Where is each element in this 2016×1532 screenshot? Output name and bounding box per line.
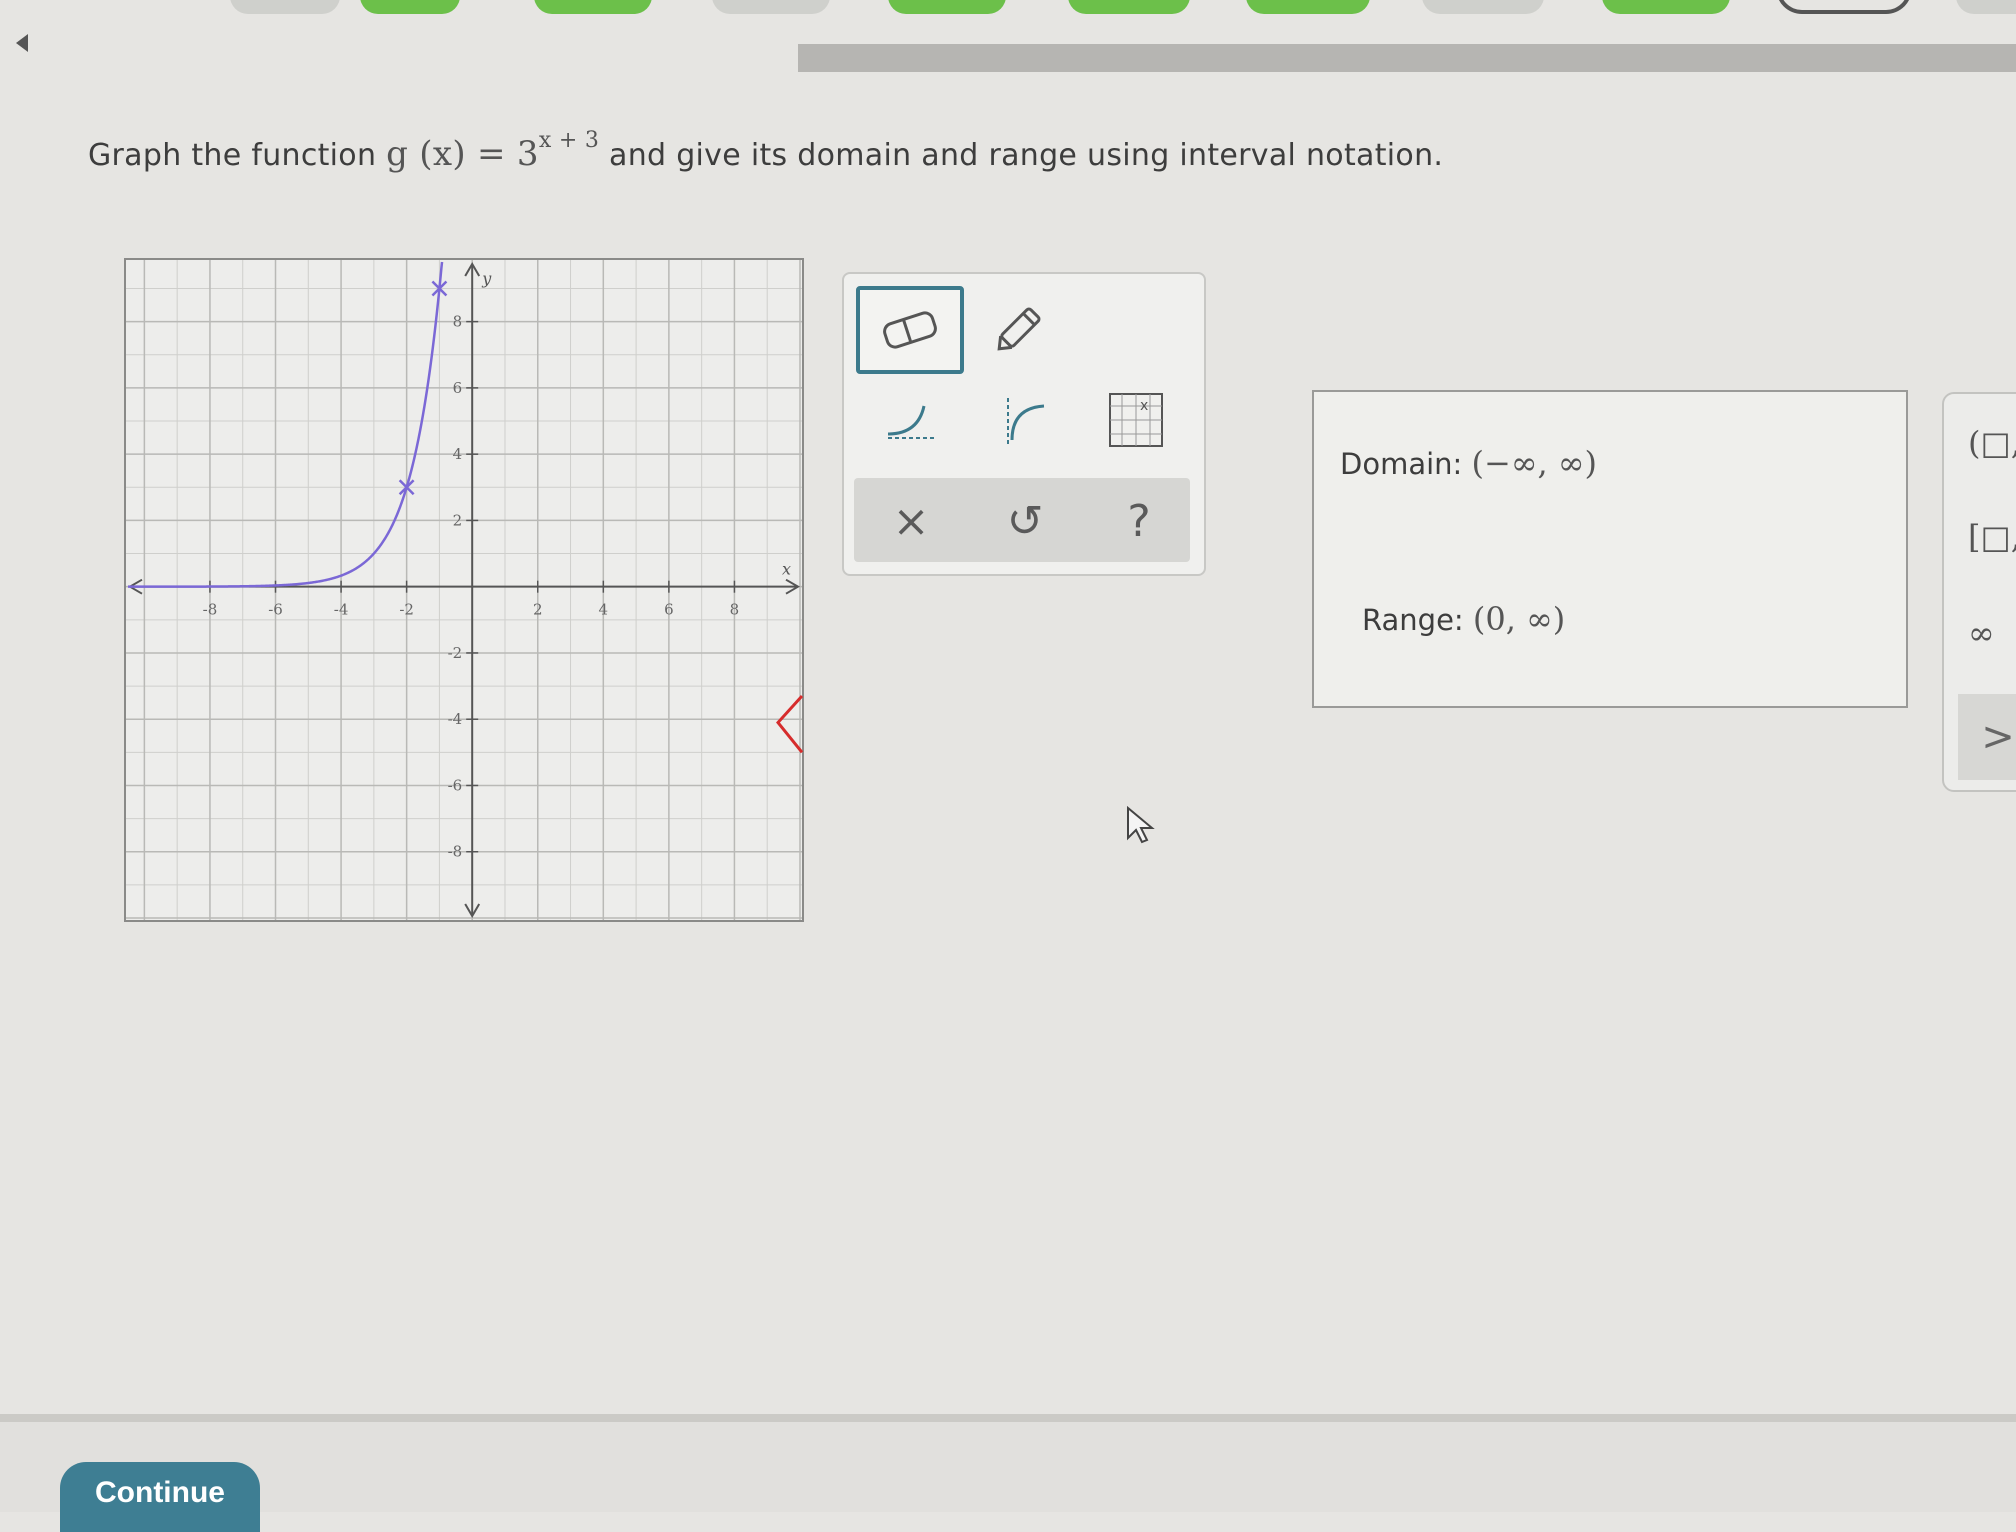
footer-divider bbox=[0, 1414, 2016, 1422]
help-button[interactable]: ? bbox=[1104, 486, 1174, 556]
infinity-key[interactable]: ∞ bbox=[1968, 614, 1995, 652]
progress-segment bbox=[1956, 0, 2016, 14]
y-tick-label: 8 bbox=[453, 313, 463, 331]
progress-segment bbox=[1068, 0, 1190, 14]
graph-canvas[interactable]: x y -8 -6 -4 -2 2 4 6 8 8 6 4 2 -2 -4 -6 -8 bbox=[124, 258, 804, 922]
back-arrow-icon[interactable] bbox=[16, 34, 28, 52]
function-exponent: x + 3 bbox=[538, 128, 600, 153]
x-tick-label: -8 bbox=[203, 601, 218, 619]
y-tick-label: 4 bbox=[453, 445, 463, 463]
y-tick-label: 6 bbox=[453, 379, 463, 397]
closed-interval-key[interactable]: [□,□] bbox=[1968, 518, 2016, 556]
coordinate-grid[interactable]: x y -8 -6 -4 -2 2 4 6 8 8 6 4 2 -2 -4 -6 -8 bbox=[124, 258, 804, 922]
progress-segment bbox=[360, 0, 460, 14]
domain-row: Domain: (−∞, ∞) bbox=[1340, 444, 1597, 482]
progress-segment bbox=[1422, 0, 1544, 14]
question-text: Graph the function g (x) = 3x + 3 and gi… bbox=[88, 128, 1443, 174]
pencil-tool-button[interactable] bbox=[984, 294, 1054, 364]
range-row: Range: (0, ∞) bbox=[1362, 600, 1565, 638]
question-suffix: and give its domain and range using inte… bbox=[609, 138, 1444, 173]
exponential-tool-button[interactable] bbox=[880, 390, 940, 450]
progress-segment bbox=[1246, 0, 1370, 14]
function-expression: g (x) = 3x + 3 bbox=[386, 128, 599, 174]
x-tick-label: 8 bbox=[730, 601, 740, 619]
progress-current-segment[interactable] bbox=[1776, 0, 1912, 14]
grid-tool-button[interactable]: x bbox=[1106, 390, 1166, 450]
x-tick-label: -6 bbox=[268, 601, 283, 619]
x-axis-label: x bbox=[782, 560, 791, 579]
mouse-cursor-icon bbox=[1126, 805, 1156, 850]
grid-icon: x bbox=[1109, 393, 1163, 447]
continue-button[interactable]: Continue bbox=[60, 1462, 260, 1532]
exponential-curve-icon bbox=[887, 405, 934, 439]
y-tick-label: -4 bbox=[448, 710, 463, 728]
x-tick-label: -4 bbox=[334, 601, 349, 619]
x-tick-label: -2 bbox=[399, 601, 414, 619]
y-tick-label: -2 bbox=[448, 644, 463, 662]
domain-input[interactable]: (−∞, ∞) bbox=[1472, 444, 1597, 482]
eraser-tool-button[interactable] bbox=[856, 286, 964, 374]
progress-segment bbox=[712, 0, 830, 14]
y-tick-label: -6 bbox=[448, 776, 463, 794]
range-label: Range: bbox=[1362, 603, 1464, 637]
clear-button[interactable]: × bbox=[876, 486, 946, 556]
answer-box: Domain: (−∞, ∞) Range: (0, ∞) bbox=[1312, 390, 1908, 708]
progress-segment bbox=[230, 0, 340, 14]
function-lhs: g (x) = 3 bbox=[386, 134, 539, 174]
eraser-icon bbox=[883, 311, 937, 349]
y-tick-label: 2 bbox=[453, 511, 463, 529]
question-prefix: Graph the function bbox=[88, 138, 377, 173]
tool-action-bar: × ↺ ? bbox=[854, 478, 1190, 562]
y-axis-label: y bbox=[481, 269, 492, 288]
logarithmic-tool-button[interactable] bbox=[994, 390, 1054, 450]
x-tick-label: 6 bbox=[664, 601, 674, 619]
footer-bar bbox=[0, 1422, 2016, 1512]
logarithmic-curve-icon bbox=[1007, 398, 1045, 444]
domain-label: Domain: bbox=[1340, 447, 1463, 481]
range-input[interactable]: (0, ∞) bbox=[1473, 600, 1565, 638]
y-tick-label: -8 bbox=[448, 843, 463, 861]
progress-segment bbox=[1602, 0, 1730, 14]
interval-keypad: (□,□) [□,□] ∞ > bbox=[1942, 392, 2016, 792]
progress-segment bbox=[534, 0, 652, 14]
x-tick-label: 4 bbox=[599, 601, 609, 619]
open-interval-key[interactable]: (□,□) bbox=[1968, 424, 2016, 462]
header-divider bbox=[798, 44, 2016, 72]
x-tick-label: 2 bbox=[533, 601, 543, 619]
keypad-next-button[interactable]: > bbox=[1958, 694, 2016, 780]
progress-segment bbox=[888, 0, 1006, 14]
pencil-icon bbox=[997, 307, 1041, 351]
svg-text:x: x bbox=[1140, 398, 1148, 414]
undo-button[interactable]: ↺ bbox=[990, 486, 1060, 556]
graph-tool-panel: x × ↺ ? bbox=[842, 272, 1206, 576]
